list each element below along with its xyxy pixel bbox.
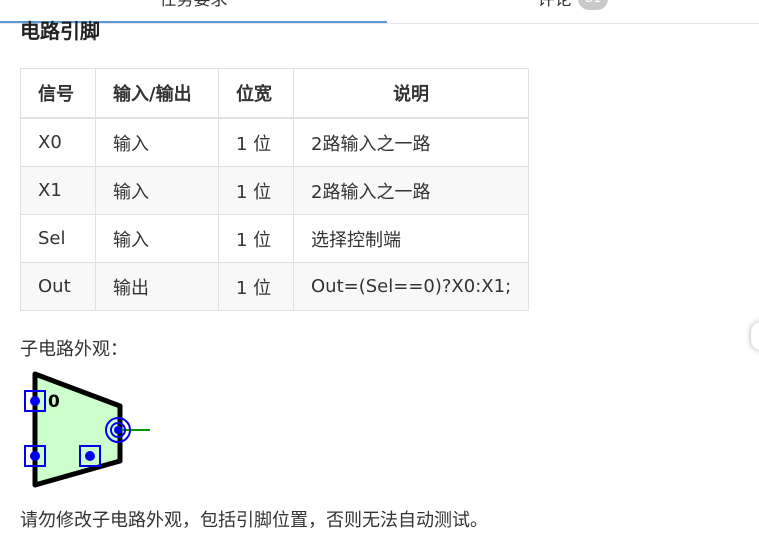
tab-label: 评论 <box>537 0 572 10</box>
header-io: 输入/输出 <box>95 68 219 119</box>
cell-description: 2路输入之一路 <box>292 117 530 167</box>
comment-count-badge: 81 <box>577 0 609 10</box>
tab-comments[interactable]: 评论 81 <box>387 0 759 23</box>
x1-pin-dot <box>30 451 40 461</box>
cell-width: 1 位 <box>218 214 294 263</box>
side-panel-handle[interactable] <box>751 322 759 350</box>
sel-pin-dot <box>85 451 95 461</box>
cell-description: 2路输入之一路 <box>292 166 530 215</box>
cell-signal: Sel <box>20 214 96 263</box>
table-row: Out 输出 1 位 Out=(Sel==0)?X0:X1; <box>20 262 530 311</box>
mux-diagram: 0 <box>24 371 150 488</box>
header-width: 位宽 <box>218 68 294 119</box>
cell-io: 输入 <box>95 214 219 263</box>
pin-table: 信号 输入/输出 位宽 说明 X0 输入 1 位 2路输入之一路 X1 输入 1… <box>20 68 530 311</box>
cell-signal: Out <box>20 262 96 311</box>
tab-label: 任务要求 <box>159 0 228 10</box>
subcircuit-appearance-label: 子电路外观： <box>20 339 128 360</box>
cell-description: 选择控制端 <box>292 214 530 263</box>
cell-io: 输入 <box>95 166 219 215</box>
x0-pin-dot <box>30 396 40 406</box>
subcircuit-figure: 0 <box>20 366 153 501</box>
cell-description: Out=(Sel==0)?X0:X1; <box>292 262 530 311</box>
header-description: 说明 <box>292 68 530 119</box>
cell-io: 输出 <box>95 262 219 311</box>
mux-body <box>32 371 123 488</box>
cell-width: 1 位 <box>218 117 294 167</box>
warning-note: 请勿修改子电路外观，包括引脚位置，否则无法自动测试。 <box>20 510 488 531</box>
section-title: 电路引脚 <box>20 19 100 43</box>
table-row: Sel 输入 1 位 选择控制端 <box>20 214 530 263</box>
cell-width: 1 位 <box>218 166 294 215</box>
cell-signal: X1 <box>20 166 96 215</box>
tab-bar: 任务要求 评论 81 <box>0 0 759 24</box>
header-signal: 信号 <box>20 68 96 119</box>
cell-io: 输入 <box>95 117 219 167</box>
table-row: X0 输入 1 位 2路输入之一路 <box>20 117 530 167</box>
table-row: X1 输入 1 位 2路输入之一路 <box>20 166 530 215</box>
pin-label: 0 <box>48 392 60 412</box>
cell-width: 1 位 <box>218 262 294 311</box>
out-pin-dot <box>114 426 122 434</box>
table-header-row: 信号 输入/输出 位宽 说明 <box>20 68 530 119</box>
cell-signal: X0 <box>20 117 96 167</box>
